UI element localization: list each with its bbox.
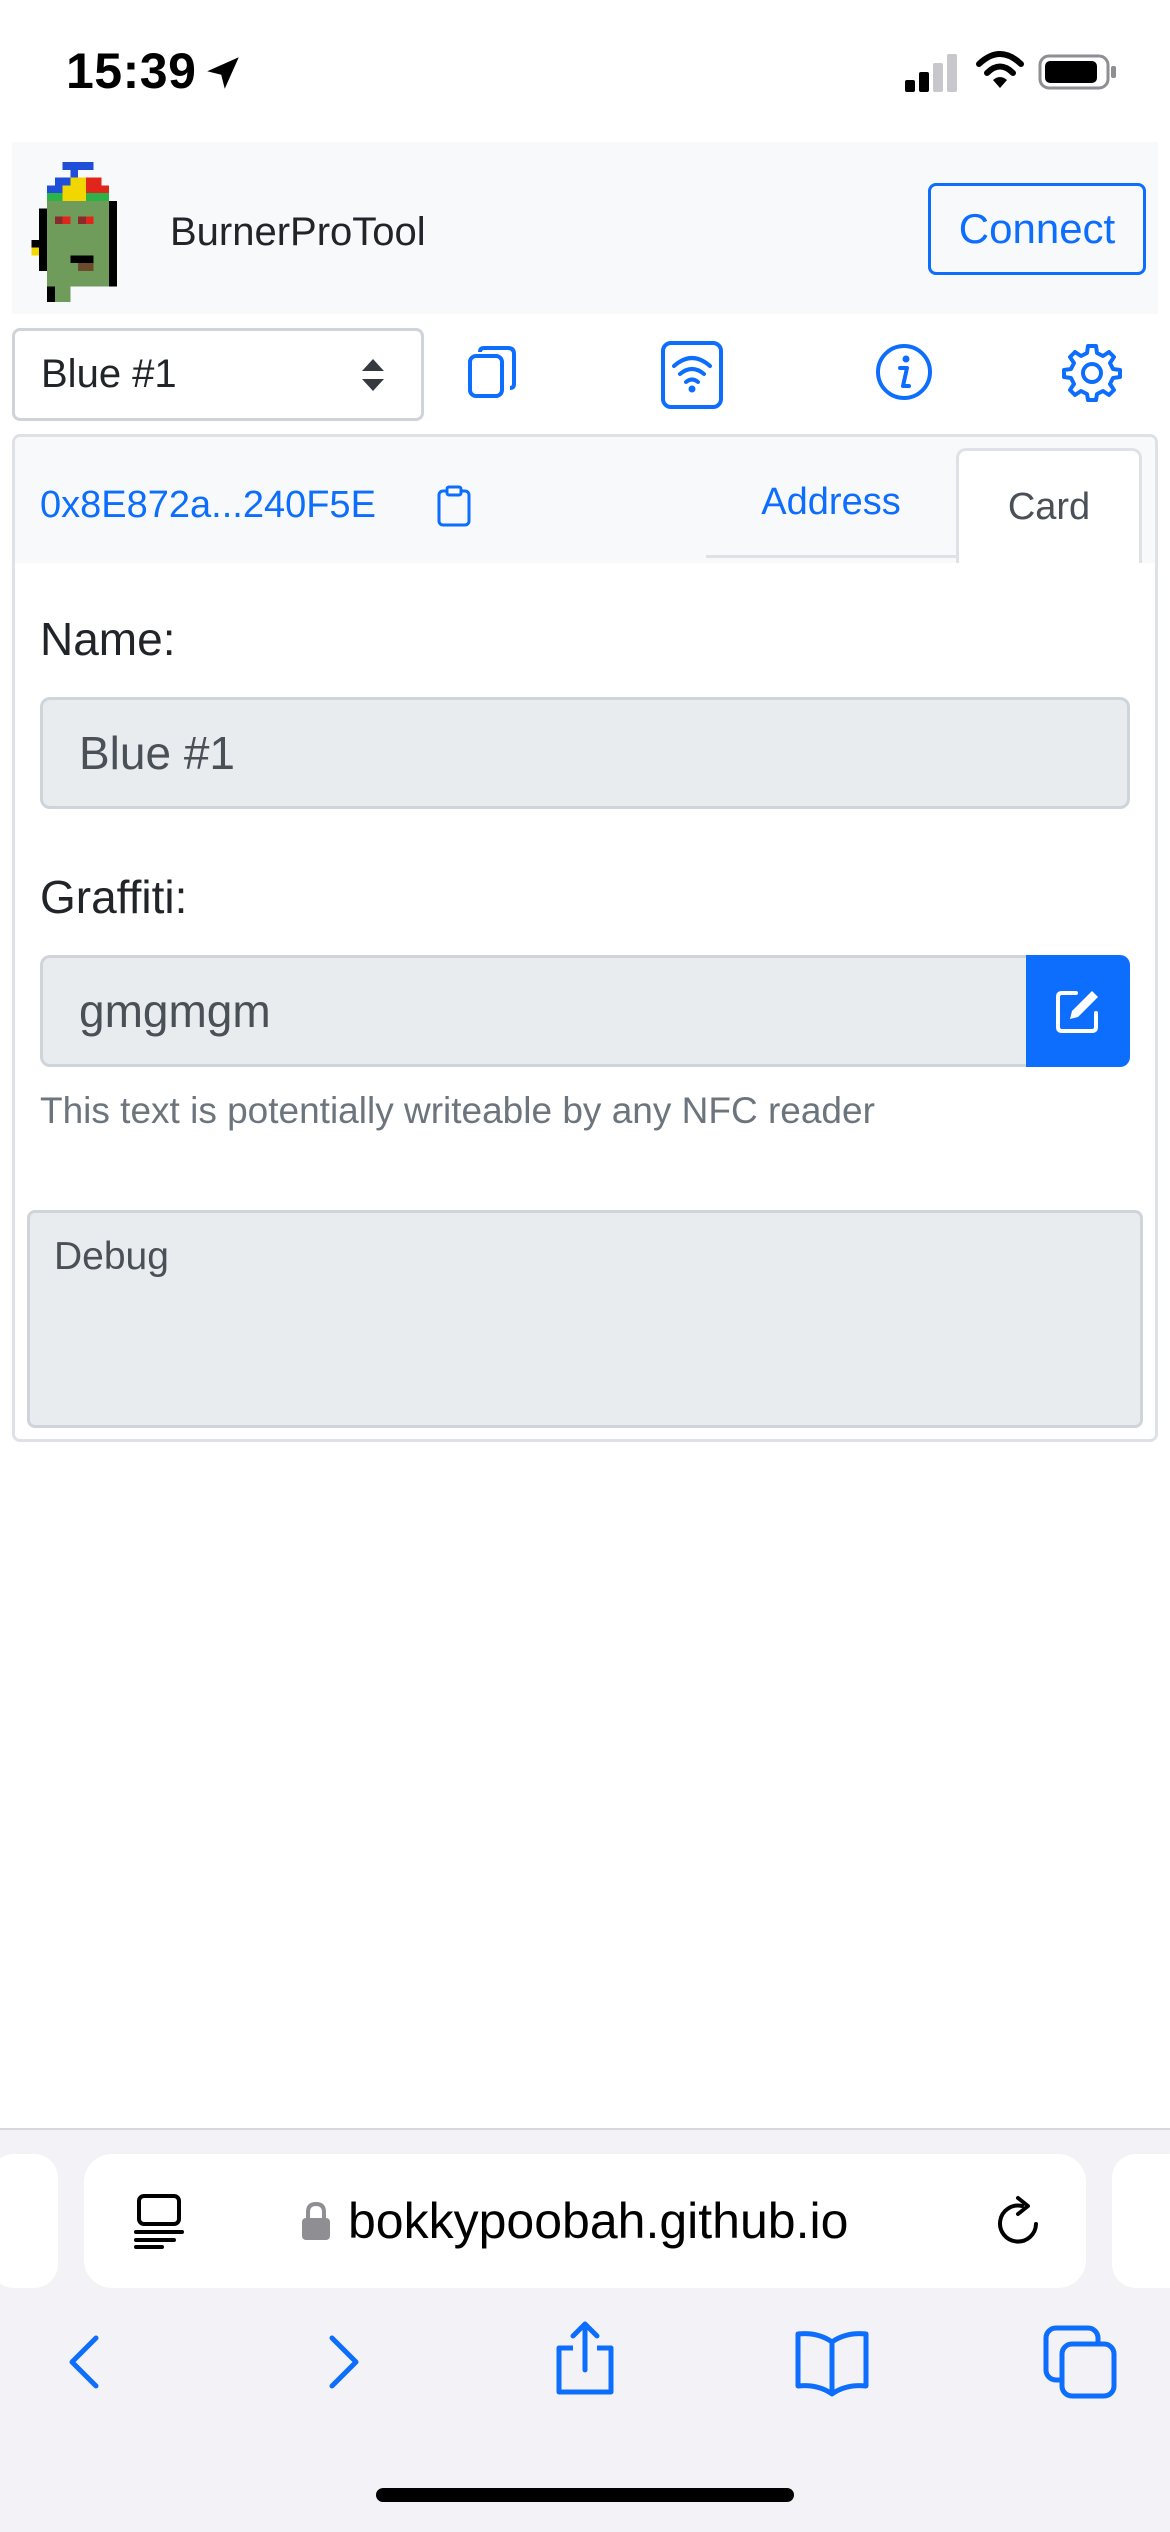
nfc-scan-icon[interactable] bbox=[660, 340, 724, 410]
pixel-avatar-logo bbox=[31, 162, 117, 302]
tabs-icon[interactable] bbox=[1040, 2322, 1120, 2402]
share-icon[interactable] bbox=[545, 2318, 625, 2398]
bookmarks-icon[interactable] bbox=[792, 2322, 872, 2402]
wallet-address-link[interactable]: 0x8E872a...240F5E bbox=[40, 484, 376, 527]
forward-icon[interactable] bbox=[300, 2322, 380, 2402]
graffiti-help-text: This text is potentially writeable by an… bbox=[40, 1090, 875, 1131]
clipboard-icon[interactable] bbox=[434, 484, 474, 528]
location-arrow-icon bbox=[207, 57, 239, 89]
url-text[interactable]: bokkypoobah.github.io bbox=[348, 2192, 848, 2250]
gear-icon[interactable] bbox=[1062, 342, 1122, 402]
cellular-signal-icon bbox=[905, 54, 957, 92]
tab-card[interactable]: Card bbox=[956, 448, 1142, 563]
next-tab-peek[interactable] bbox=[1112, 2154, 1170, 2288]
edit-graffiti-button[interactable] bbox=[1026, 955, 1130, 1067]
select-sort-icon bbox=[362, 359, 384, 391]
graffiti-input[interactable]: gmgmgm bbox=[40, 955, 1026, 1067]
brand-name[interactable]: BurnerProTool bbox=[170, 210, 426, 255]
tab-address[interactable]: Address bbox=[706, 450, 956, 558]
battery-icon bbox=[1038, 54, 1116, 90]
home-indicator bbox=[376, 2488, 794, 2502]
name-label: Name: bbox=[40, 613, 176, 665]
connect-button[interactable]: Connect bbox=[928, 183, 1146, 275]
graffiti-label: Graffiti: bbox=[40, 871, 188, 923]
lock-icon bbox=[302, 2201, 330, 2240]
copy-card-icon[interactable] bbox=[462, 342, 522, 402]
back-icon[interactable] bbox=[48, 2322, 128, 2402]
status-time: 15:39 bbox=[66, 43, 197, 99]
name-input[interactable]: Blue #1 bbox=[40, 697, 1130, 809]
page-menu-icon[interactable] bbox=[132, 2192, 186, 2250]
previous-tab-peek[interactable] bbox=[0, 2154, 58, 2288]
info-icon[interactable] bbox=[874, 342, 934, 402]
edit-icon bbox=[1056, 991, 1098, 1033]
debug-textarea[interactable]: Debug bbox=[27, 1210, 1143, 1428]
wifi-status-icon bbox=[976, 51, 1024, 88]
reload-icon[interactable] bbox=[992, 2194, 1046, 2250]
